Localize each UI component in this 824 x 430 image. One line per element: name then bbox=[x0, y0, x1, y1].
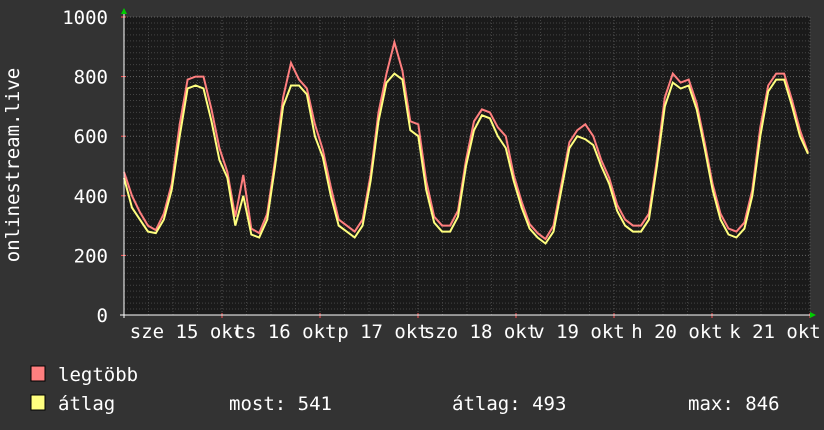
y-tick-label: 200 bbox=[74, 245, 108, 267]
x-tick-label: p 17 okt bbox=[337, 321, 429, 343]
y-axis-arrow-icon bbox=[121, 8, 127, 14]
legend-now-value: most: 541 bbox=[229, 393, 332, 415]
x-tick-label: v 19 okt bbox=[533, 321, 625, 343]
x-axis-arrow-icon bbox=[810, 312, 816, 318]
y-tick-label: 600 bbox=[74, 126, 108, 148]
y-tick-label: 0 bbox=[97, 305, 108, 327]
x-tick-label: cs 16 okt bbox=[234, 321, 337, 343]
legend-max-value: max: 846 bbox=[688, 393, 780, 415]
x-tick-label: sze 15 okt bbox=[130, 321, 244, 343]
legend-swatch-avg bbox=[30, 394, 46, 411]
y-tick-label: 800 bbox=[74, 67, 108, 89]
chart: 0 200 400 600 800 1000 sze 15 oktcs 16 okt p 1… bbox=[2, 7, 821, 415]
legend-avg-value: átlag: 493 bbox=[452, 393, 566, 415]
y-tick-label: 1000 bbox=[62, 7, 108, 29]
y-axis-label: onlinestream.live bbox=[2, 68, 24, 262]
x-axis: sze 15 oktcs 16 okt p 17 oktszo 18 oktv 1… bbox=[130, 321, 821, 343]
x-tick-label: h 20 okt bbox=[631, 321, 723, 343]
legend-label-avg: átlag bbox=[58, 393, 115, 415]
y-axis: 0 200 400 600 800 1000 bbox=[62, 7, 126, 327]
y-tick-label: 400 bbox=[74, 186, 108, 208]
legend-label-max: legtöbb bbox=[58, 364, 138, 386]
x-tick-label: k 21 okt bbox=[729, 321, 821, 343]
legend-swatch-max bbox=[30, 365, 46, 382]
x-tick-label: szo 18 okt bbox=[424, 321, 538, 343]
